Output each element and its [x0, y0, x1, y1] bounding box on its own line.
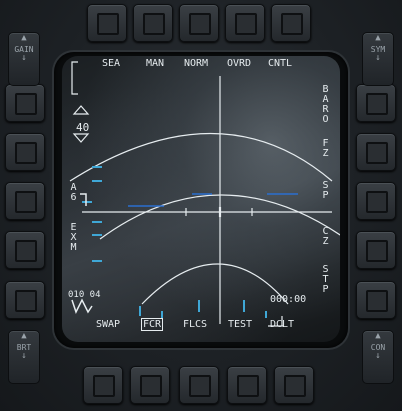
con-rocker[interactable]: ▲ CON ↓ — [362, 330, 394, 384]
osb-right-4[interactable] — [356, 231, 396, 269]
right-label-baro[interactable]: BARO — [320, 84, 331, 124]
osb-bottom-3-face — [189, 375, 211, 397]
osb-top-3-face — [189, 13, 211, 35]
gain-rocker[interactable]: ▲ GAIN ↓ — [8, 32, 40, 86]
osb-left-1[interactable] — [5, 84, 45, 122]
rocker-down-arrow-icon: ↓ — [375, 53, 381, 63]
rocker-up-arrow-icon: ▲ — [375, 33, 381, 43]
bottom-menu-fcr[interactable]: FCR — [140, 318, 164, 331]
top-menu-ovrd[interactable]: OVRD — [227, 58, 251, 69]
osb-top-5[interactable] — [271, 4, 311, 42]
bottom-menu-test[interactable]: TEST — [228, 319, 252, 330]
osb-top-4-face — [235, 13, 257, 35]
range-up-arrow-icon — [72, 105, 90, 115]
top-menu-man[interactable]: MAN — [146, 58, 164, 69]
rocker-down-arrow-icon: ↓ — [21, 53, 27, 63]
range-down-arrow-icon — [72, 133, 90, 143]
osb-left-5-face — [15, 290, 37, 312]
osb-bottom-2-face — [140, 375, 162, 397]
osb-right-1[interactable] — [356, 84, 396, 122]
range-value: 40 — [76, 121, 90, 134]
osb-bottom-1-face — [93, 375, 115, 397]
osb-bottom-4-face — [237, 375, 259, 397]
top-menu-norm[interactable]: NORM — [184, 58, 208, 69]
range-bracket — [71, 61, 78, 95]
range-arc-outer — [69, 132, 333, 182]
osb-right-5[interactable] — [356, 281, 396, 319]
rocker-down-arrow-icon: ↓ — [21, 351, 27, 361]
osb-right-4-face — [366, 240, 388, 262]
readout-left: 010 04 — [68, 290, 101, 300]
osb-right-5-face — [366, 290, 388, 312]
top-menu-sea[interactable]: SEA — [102, 58, 120, 69]
top-menu-cntl[interactable]: CNTL — [268, 58, 292, 69]
osb-left-4[interactable] — [5, 231, 45, 269]
right-label-cz[interactable]: CZ — [320, 226, 331, 246]
osb-right-3[interactable] — [356, 182, 396, 220]
range-arc-inner — [141, 263, 289, 305]
osb-bottom-3[interactable] — [179, 366, 219, 404]
rocker-down-arrow-icon: ↓ — [375, 351, 381, 361]
osb-left-1-face — [15, 93, 37, 115]
osb-top-5-face — [281, 13, 303, 35]
osb-left-4-face — [15, 240, 37, 262]
osb-bottom-5[interactable] — [274, 366, 314, 404]
right-label-stp[interactable]: STP — [320, 264, 331, 294]
osb-right-3-face — [366, 191, 388, 213]
mfd-screen: SEA MAN NORM OVRD CNTL 40 A6 EXM BARO FZ… — [62, 56, 340, 342]
osb-bottom-4[interactable] — [227, 366, 267, 404]
osb-right-1-face — [366, 93, 388, 115]
bottom-menu-dclt[interactable]: DCLT — [270, 319, 294, 330]
osb-top-2-face — [143, 13, 165, 35]
osb-left-2[interactable] — [5, 133, 45, 171]
osb-bottom-1[interactable] — [83, 366, 123, 404]
osb-left-5[interactable] — [5, 281, 45, 319]
rocker-up-arrow-icon: ▲ — [375, 331, 381, 341]
osb-top-3[interactable] — [179, 4, 219, 42]
rocker-up-arrow-icon: ▲ — [21, 33, 27, 43]
bottom-menu-flcs[interactable]: FLCS — [183, 319, 207, 330]
osb-top-1-face — [97, 13, 119, 35]
osb-right-2[interactable] — [356, 133, 396, 171]
right-label-fz[interactable]: FZ — [320, 138, 331, 158]
osb-top-1[interactable] — [87, 4, 127, 42]
sym-rocker[interactable]: ▲ SYM ↓ — [362, 32, 394, 86]
osb-left-3-face — [15, 191, 37, 213]
rocker-up-arrow-icon: ▲ — [21, 331, 27, 341]
osb-left-2-face — [15, 142, 37, 164]
left-label-exm[interactable]: EXM — [68, 222, 79, 252]
right-label-sp[interactable]: SP — [320, 180, 331, 200]
readout-right: 000:00 — [270, 294, 307, 305]
bottom-menu-swap[interactable]: SWAP — [96, 319, 120, 330]
osb-top-4[interactable] — [225, 4, 265, 42]
osb-top-2[interactable] — [133, 4, 173, 42]
osb-right-2-face — [366, 142, 388, 164]
osb-bottom-5-face — [284, 375, 306, 397]
osb-left-3[interactable] — [5, 182, 45, 220]
brt-rocker[interactable]: ▲ BRT ↓ — [8, 330, 40, 384]
left-label-a6[interactable]: A6 — [68, 182, 79, 202]
osb-bottom-2[interactable] — [130, 366, 170, 404]
